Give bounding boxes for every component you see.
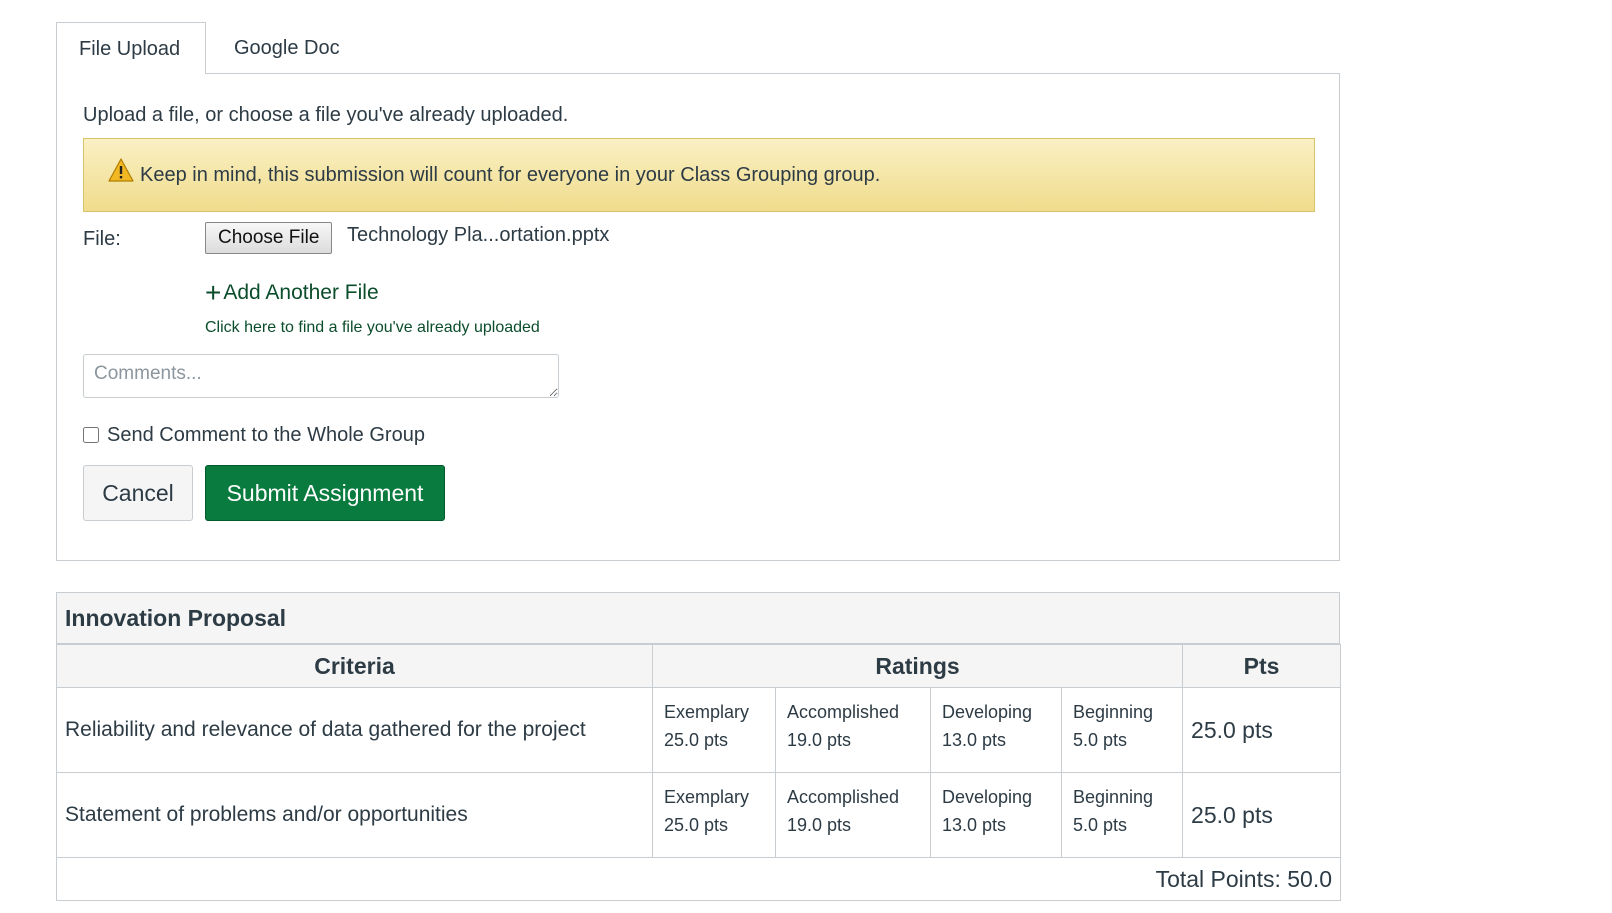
warning-icon <box>108 140 134 212</box>
rating-name: Beginning <box>1073 702 1154 722</box>
rating-points: 5.0 pts <box>1073 815 1128 835</box>
criterion-points: 25.0 pts <box>1182 687 1342 773</box>
rating-points: 19.0 pts <box>787 730 852 750</box>
rating-name: Developing <box>942 702 1033 722</box>
rating-points: 25.0 pts <box>664 815 729 835</box>
rating-name: Exemplary <box>664 787 750 807</box>
find-uploaded-file-link[interactable]: Click here to find a file you've already… <box>205 319 540 337</box>
send-to-group-checkbox[interactable] <box>83 427 99 443</box>
pts-header: Pts <box>1182 644 1342 688</box>
ratings-header: Ratings <box>651 644 1184 688</box>
rating-accomplished: Accomplished 19.0 pts <box>775 772 931 858</box>
rubric-row: Statement of problems and/or opportuniti… <box>56 772 1342 858</box>
file-label: File: <box>83 228 121 250</box>
rubric-table: Criteria Ratings Pts Reliability and rel… <box>55 644 1342 901</box>
rating-name: Developing <box>942 787 1033 807</box>
selected-file-name: Technology Pla...ortation.pptx <box>347 224 610 246</box>
rubric-total-row: Total Points: 50.0 <box>55 857 1342 901</box>
criterion-description: Statement of problems and/or opportuniti… <box>56 772 653 858</box>
submit-assignment-button[interactable]: Submit Assignment <box>205 465 445 521</box>
rating-name: Accomplished <box>787 787 900 807</box>
criterion-points: 25.0 pts <box>1182 772 1342 858</box>
plus-icon: + <box>205 277 222 308</box>
comments-field[interactable] <box>83 354 559 398</box>
file-upload-panel: Upload a file, or choose a file you've a… <box>56 73 1340 561</box>
choose-file-button[interactable]: Choose File <box>205 222 333 254</box>
tab-google-doc[interactable]: Google Doc <box>212 22 362 74</box>
alert-text: Keep in mind, this submission will count… <box>140 164 881 186</box>
rubric: Innovation Proposal Criteria Ratings Pts… <box>55 592 1342 901</box>
criterion-description: Reliability and relevance of data gather… <box>56 687 653 773</box>
upload-instructions: Upload a file, or choose a file you've a… <box>83 104 569 126</box>
rating-beginning: Beginning 5.0 pts <box>1060 772 1184 858</box>
add-another-file-link[interactable]: +Add Another File <box>205 277 379 309</box>
rating-points: 13.0 pts <box>942 730 1007 750</box>
rating-developing: Developing 13.0 pts <box>930 772 1062 858</box>
rating-name: Beginning <box>1073 787 1154 807</box>
rating-name: Exemplary <box>664 702 750 722</box>
rating-exemplary: Exemplary 25.0 pts <box>652 772 776 858</box>
send-to-group-label: Send Comment to the Whole Group <box>107 424 425 446</box>
cancel-button[interactable]: Cancel <box>83 465 193 521</box>
rubric-row: Reliability and relevance of data gather… <box>56 687 1342 773</box>
rubric-header-row: Criteria Ratings Pts <box>56 644 1342 688</box>
rating-exemplary: Exemplary 25.0 pts <box>652 687 776 773</box>
rubric-title: Innovation Proposal <box>56 592 1340 644</box>
rating-points: 25.0 pts <box>664 730 729 750</box>
rating-beginning: Beginning 5.0 pts <box>1060 687 1184 773</box>
rating-points: 13.0 pts <box>942 815 1007 835</box>
total-points: Total Points: 50.0 <box>55 857 1342 901</box>
rating-developing: Developing 13.0 pts <box>930 687 1062 773</box>
send-to-group-option[interactable]: Send Comment to the Whole Group <box>83 424 425 447</box>
tab-file-upload[interactable]: File Upload <box>56 22 206 74</box>
rating-points: 5.0 pts <box>1073 730 1128 750</box>
rating-name: Accomplished <box>787 702 900 722</box>
group-submission-alert: Keep in mind, this submission will count… <box>83 138 1315 212</box>
rating-accomplished: Accomplished 19.0 pts <box>775 687 931 773</box>
criteria-header: Criteria <box>56 644 653 688</box>
add-file-label: Add Another File <box>223 281 379 304</box>
rating-points: 19.0 pts <box>787 815 852 835</box>
